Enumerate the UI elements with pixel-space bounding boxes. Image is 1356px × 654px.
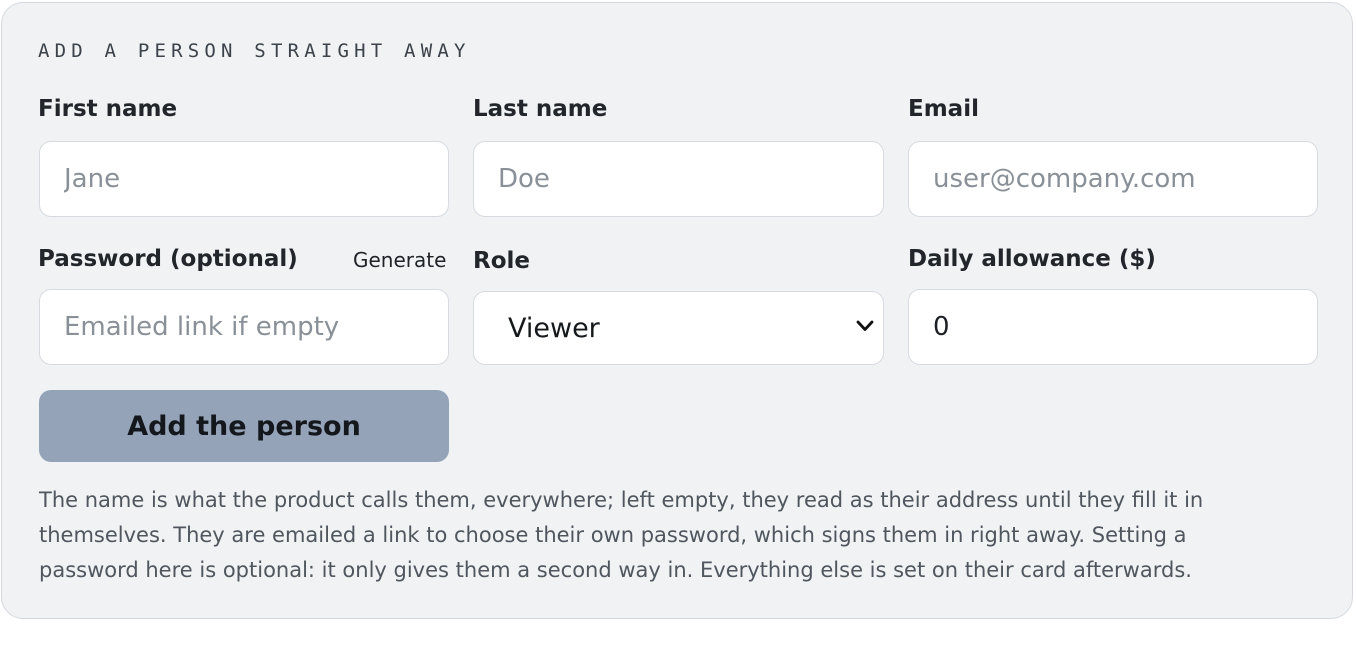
last-name-label: Last name xyxy=(473,96,608,122)
role-selected-value: Viewer xyxy=(508,313,600,344)
daily-allowance-label: Daily allowance ($) xyxy=(908,246,1156,272)
add-person-card: ADD A PERSON STRAIGHT AWAY First name La… xyxy=(1,2,1353,619)
password-input[interactable] xyxy=(39,289,449,365)
generate-password-button[interactable]: Generate xyxy=(353,248,446,272)
add-person-button[interactable]: Add the person xyxy=(39,390,449,462)
help-text: The name is what the product calls them,… xyxy=(39,488,1204,582)
email-label: Email xyxy=(908,96,979,122)
last-name-input[interactable] xyxy=(473,141,884,217)
role-select[interactable]: Viewer xyxy=(473,291,884,365)
chevron-down-icon xyxy=(856,320,874,331)
section-eyebrow: ADD A PERSON STRAIGHT AWAY xyxy=(38,40,471,62)
role-label: Role xyxy=(473,248,530,274)
email-input[interactable] xyxy=(908,141,1318,217)
daily-allowance-input[interactable] xyxy=(908,289,1318,365)
first-name-input[interactable] xyxy=(39,141,449,217)
first-name-label: First name xyxy=(38,96,178,122)
password-label: Password (optional) xyxy=(38,246,298,272)
